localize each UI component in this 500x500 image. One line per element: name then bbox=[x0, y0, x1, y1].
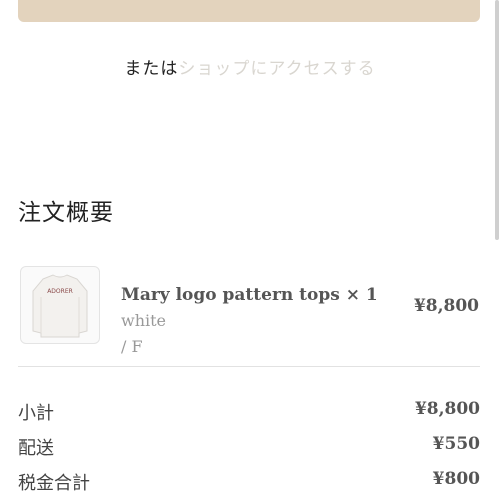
scrollbar[interactable] bbox=[495, 0, 499, 240]
subtotal-label: 小計 bbox=[18, 403, 54, 424]
subtotal-value: ¥8,800 bbox=[414, 399, 480, 419]
svg-text:ADORER: ADORER bbox=[47, 288, 73, 295]
or-text: または bbox=[124, 59, 179, 79]
shipping-label: 配送 bbox=[18, 438, 54, 459]
divider bbox=[18, 366, 480, 367]
product-variant-color: white bbox=[121, 311, 167, 330]
access-shop-link[interactable]: ショップにアクセスする bbox=[178, 59, 375, 79]
product-thumbnail-image: ADORER bbox=[32, 274, 88, 338]
product-variant-size: / F bbox=[121, 337, 143, 356]
tax-row: 税金合計 ¥800 bbox=[18, 469, 480, 497]
product-name: Mary logo pattern tops × 1 white / F bbox=[121, 283, 411, 360]
product-title: Mary logo pattern tops × 1 bbox=[121, 285, 378, 305]
shipping-row: 配送 ¥550 bbox=[18, 434, 480, 462]
tax-label: 税金合計 bbox=[18, 473, 90, 494]
product-price: ¥8,800 bbox=[413, 296, 479, 316]
product-thumbnail: ADORER bbox=[20, 266, 100, 344]
order-summary-title: 注文概要 bbox=[18, 200, 114, 226]
tax-value: ¥800 bbox=[432, 469, 480, 489]
subtotal-row: 小計 ¥8,800 bbox=[18, 399, 480, 427]
or-access-shop: またはショップにアクセスする bbox=[0, 54, 500, 79]
checkout-button[interactable] bbox=[18, 0, 480, 22]
checkout-page: またはショップにアクセスする 注文概要 ADORER Mary logo pat… bbox=[0, 0, 500, 500]
shipping-value: ¥550 bbox=[432, 434, 480, 454]
